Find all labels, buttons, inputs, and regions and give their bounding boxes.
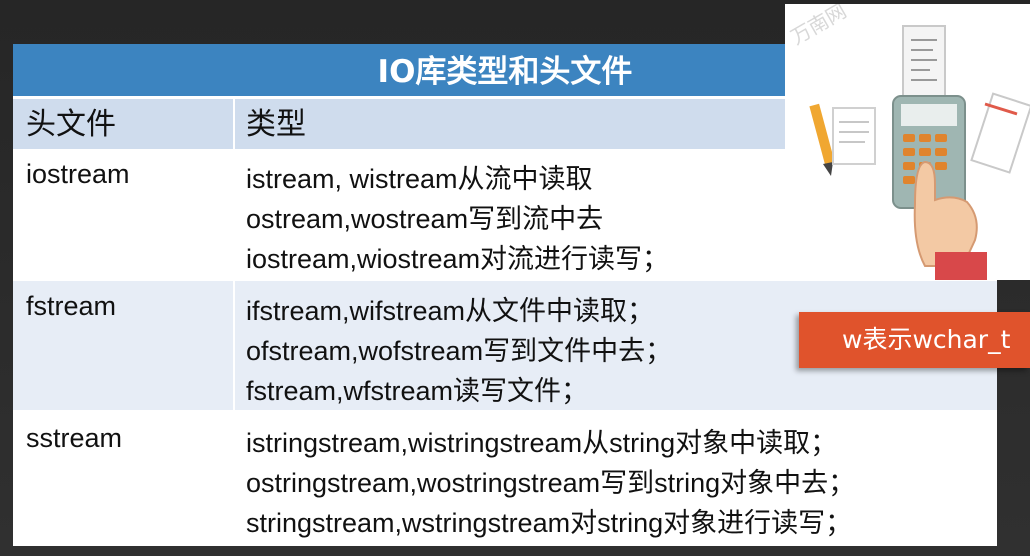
wchar-note-badge: w表示wchar_t: [799, 312, 1030, 368]
calculator-hand-icon: 万南网: [785, 0, 1030, 280]
type-line: ofstream,wofstream写到文件中去；: [246, 336, 673, 366]
row-types-cell: ifstream,wifstream从文件中读取； ofstream,wofst…: [246, 291, 672, 411]
watermark-text: 万南网: [786, 4, 850, 49]
table-row: sstream istringstream,wistringstream从str…: [13, 413, 997, 546]
type-line: istream, wistream从流中读取: [246, 164, 593, 194]
row-types-cell: istream, wistream从流中读取 ostream,wostream写…: [246, 159, 669, 279]
row-header-cell: fstream: [26, 291, 117, 321]
type-line: ostream,wostream写到流中去: [246, 204, 604, 234]
type-line: stringstream,wstringstream对string对象进行读写；: [246, 508, 853, 538]
row-header-cell: sstream: [26, 423, 123, 453]
calculator-hand-illustration: 万南网: [786, 0, 1030, 280]
header-type-column: 类型: [246, 107, 306, 142]
column-divider: [233, 97, 235, 546]
header-file-column: 头文件: [26, 107, 116, 142]
type-line: ostringstream,wostringstream写到string对象中去…: [246, 468, 856, 498]
type-line: ifstream,wifstream从文件中读取；: [246, 296, 655, 326]
row-types-cell: istringstream,wistringstream从string对象中读取…: [246, 423, 855, 543]
type-line: istringstream,wistringstream从string对象中读取…: [246, 428, 838, 458]
type-line: iostream,wiostream对流进行读写；: [246, 244, 670, 274]
row-header-cell: iostream: [26, 159, 130, 189]
type-line: fstream,wfstream读写文件；: [246, 376, 589, 406]
